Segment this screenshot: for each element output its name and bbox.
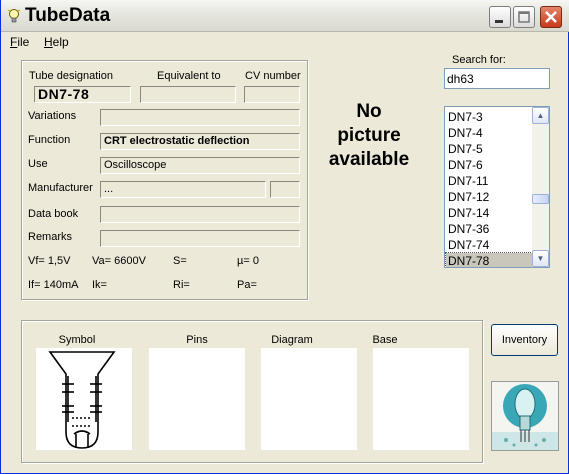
inventory-button[interactable]: Inventory bbox=[491, 324, 558, 356]
list-item[interactable]: DN7-4 bbox=[446, 125, 532, 141]
base-image bbox=[373, 348, 469, 450]
symbol-header: Symbol bbox=[58, 334, 96, 346]
pa-value: Pa= bbox=[237, 279, 257, 291]
databook-label: Data book bbox=[28, 208, 79, 220]
title-bar[interactable]: TubeData bbox=[1, 0, 569, 32]
arrow-up-icon: ▲ bbox=[536, 111, 545, 120]
lightbulb-icon bbox=[7, 9, 21, 23]
vf-value: Vf= 1,5V bbox=[28, 255, 71, 267]
close-icon bbox=[545, 11, 557, 23]
if-value: If= 140mA bbox=[28, 279, 79, 291]
variations-field[interactable] bbox=[100, 109, 300, 126]
symbol-image bbox=[36, 348, 132, 450]
scroll-thumb[interactable] bbox=[532, 194, 549, 204]
equivalent-field[interactable] bbox=[140, 86, 236, 103]
no-picture-line-3: available bbox=[328, 149, 410, 170]
minimize-button[interactable] bbox=[489, 6, 511, 28]
menu-file-label: ile bbox=[17, 35, 30, 49]
remarks-label: Remarks bbox=[28, 231, 73, 243]
maximize-icon bbox=[518, 11, 530, 23]
list-item[interactable]: DN7-11 bbox=[446, 173, 532, 189]
list-item[interactable]: DN7-6 bbox=[446, 157, 532, 173]
use-field[interactable]: Oscilloscope bbox=[100, 157, 300, 174]
main-window: TubeData File Help Tube designation Equi… bbox=[0, 0, 569, 474]
no-picture-line-1: No bbox=[356, 101, 382, 122]
cv-field[interactable] bbox=[244, 86, 300, 103]
manufacturer-field[interactable]: ... bbox=[100, 181, 266, 198]
menu-file[interactable]: File bbox=[10, 35, 29, 49]
list-item-selected[interactable]: DN7-78 bbox=[445, 252, 533, 267]
list-item[interactable]: DN7-12 bbox=[446, 189, 532, 205]
menu-bar: File Help bbox=[1, 32, 568, 52]
ik-value: Ik= bbox=[92, 279, 107, 291]
list-item[interactable]: DN7-14 bbox=[446, 205, 532, 221]
maximize-button[interactable] bbox=[513, 6, 535, 28]
window-title: TubeData bbox=[25, 5, 111, 26]
menu-help-label: elp bbox=[52, 35, 69, 49]
manufacturer-label: Manufacturer bbox=[28, 182, 93, 194]
scroll-down-button[interactable]: ▼ bbox=[532, 250, 549, 267]
tube-symbol-icon bbox=[48, 351, 116, 449]
minimize-icon bbox=[495, 20, 503, 23]
function-field[interactable]: CRT electrostatic deflection bbox=[100, 133, 300, 150]
no-picture-line-2: picture bbox=[337, 125, 401, 146]
equivalent-label: Equivalent to bbox=[157, 70, 221, 82]
s-value: S= bbox=[173, 255, 187, 267]
remarks-field[interactable] bbox=[100, 230, 300, 247]
menu-help-key: H bbox=[44, 35, 53, 49]
base-header: Base bbox=[372, 334, 398, 346]
tube-logo-icon bbox=[492, 384, 558, 450]
search-label: Search for: bbox=[452, 54, 506, 66]
list-item[interactable]: DN7-3 bbox=[446, 109, 532, 125]
menu-help[interactable]: Help bbox=[44, 35, 69, 49]
designation-field[interactable]: DN7-78 bbox=[34, 86, 131, 103]
cv-label: CV number bbox=[245, 70, 301, 82]
va-value: Va= 6600V bbox=[92, 255, 146, 267]
close-button[interactable] bbox=[540, 6, 562, 28]
ri-value: Ri= bbox=[173, 279, 190, 291]
mu-value: µ= 0 bbox=[237, 255, 259, 267]
tube-list[interactable]: DN7-3 DN7-4 DN7-5 DN7-6 DN7-11 DN7-12 DN… bbox=[444, 106, 550, 268]
list-item[interactable]: DN7-5 bbox=[446, 141, 532, 157]
pins-header: Pins bbox=[186, 334, 208, 346]
search-input[interactable] bbox=[444, 68, 550, 89]
scroll-up-button[interactable]: ▲ bbox=[532, 107, 549, 124]
manufacturer-code-field[interactable] bbox=[270, 181, 300, 198]
tube-logo bbox=[491, 381, 559, 451]
no-picture-message: No picture available bbox=[313, 100, 425, 172]
diagram-header: Diagram bbox=[271, 334, 313, 346]
list-item[interactable]: DN7-36 bbox=[446, 221, 532, 237]
function-label: Function bbox=[28, 134, 71, 146]
list-scrollbar[interactable]: ▲ ▼ bbox=[532, 107, 549, 267]
designation-label: Tube designation bbox=[29, 70, 113, 82]
diagram-image bbox=[261, 348, 357, 450]
arrow-down-icon: ▼ bbox=[536, 254, 545, 263]
list-item[interactable]: DN7-74 bbox=[446, 237, 532, 253]
variations-label: Variations bbox=[28, 110, 77, 122]
pins-image bbox=[149, 348, 245, 450]
use-label: Use bbox=[28, 158, 48, 170]
databook-field[interactable] bbox=[100, 206, 300, 223]
